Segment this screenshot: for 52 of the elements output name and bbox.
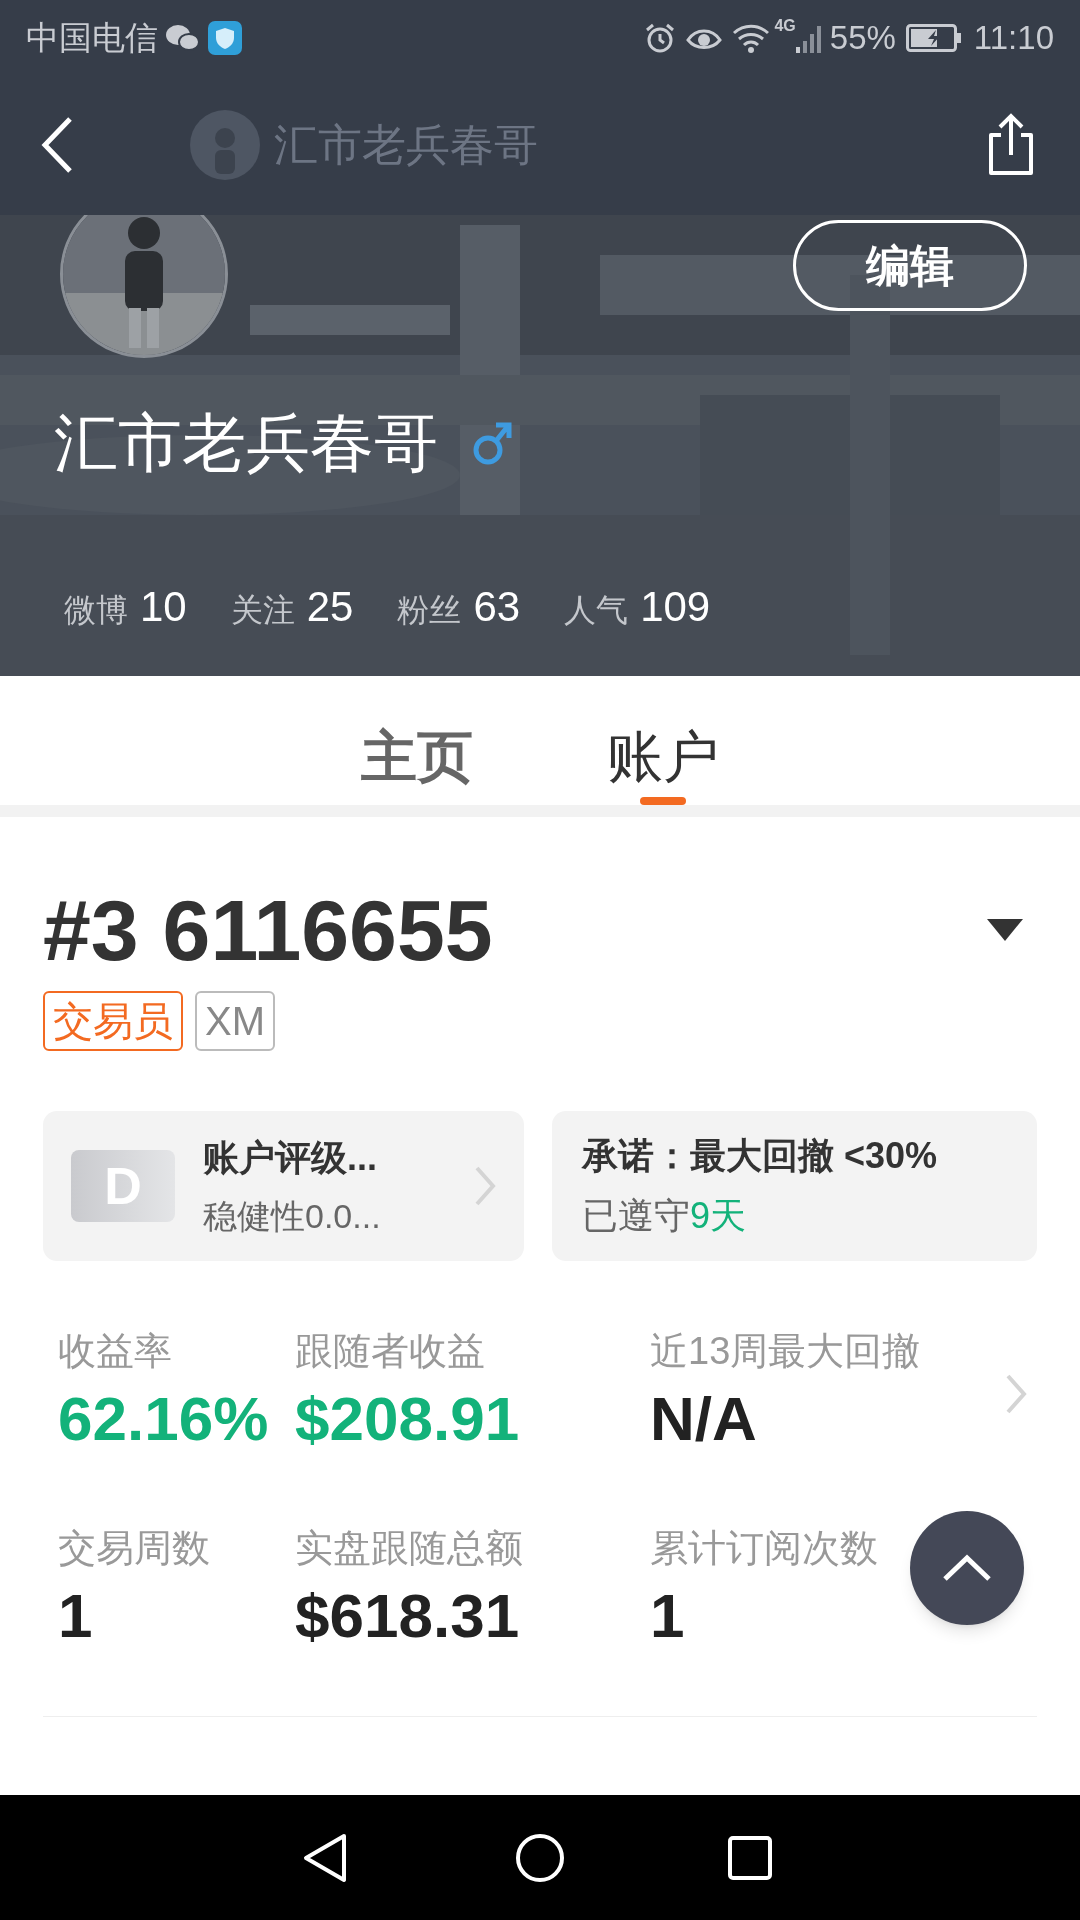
stat-label: 粉丝 — [397, 591, 462, 630]
card-title: 承诺：最大回撤 <30% — [582, 1134, 939, 1178]
chevron-icon — [1005, 1373, 1027, 1415]
chevron-up-icon — [942, 1554, 992, 1582]
metric-value: $618.31 — [295, 1579, 520, 1652]
tag: XM — [195, 991, 275, 1051]
battery-icon — [905, 23, 962, 52]
square-icon — [728, 1835, 773, 1880]
edit-button[interactable]: 编辑 — [793, 220, 1027, 311]
tab[interactable]: 主页 — [361, 708, 473, 805]
stat-value: 10 — [140, 582, 187, 632]
shield-icon — [208, 20, 242, 55]
toolbar-title: 汇市老兵春哥 — [274, 119, 538, 171]
clock-time: 11:10 — [973, 17, 1054, 58]
stat-value: 63 — [473, 582, 521, 632]
metric-label: 交易周数 — [58, 1525, 210, 1571]
circle-icon — [515, 1832, 565, 1883]
carrier-name: 中国电信 — [26, 17, 158, 58]
card-title: 账户评级... — [203, 1135, 378, 1180]
chevron-icon — [474, 1165, 496, 1207]
wifi-icon — [732, 22, 771, 53]
network-type: 4G — [774, 16, 796, 36]
back-icon — [40, 116, 74, 174]
metric-value: N/A — [650, 1383, 757, 1455]
dropdown-icon — [987, 919, 1023, 941]
stat-label: 微博 — [64, 591, 128, 630]
share-icon — [986, 113, 1036, 177]
metric-label: 跟随者收益 — [295, 1329, 485, 1374]
metric-value: 62.16% — [58, 1383, 269, 1455]
battery-percent: 55% — [829, 17, 896, 58]
stat-value: 109 — [640, 582, 711, 632]
metric-label: 实盘跟随总额 — [295, 1525, 523, 1571]
triangle-icon — [301, 1832, 348, 1883]
account-number: #3 6116655 — [43, 887, 493, 973]
tab[interactable]: 账户 — [607, 708, 719, 805]
metric-label: 累计订阅次数 — [650, 1525, 878, 1571]
alarm-icon — [644, 21, 677, 54]
promise-status: 已遵守9天 — [582, 1194, 748, 1238]
stat-value: 25 — [306, 582, 354, 632]
home-nav-button[interactable] — [515, 1832, 565, 1883]
tag: 交易员 — [43, 991, 183, 1051]
metric-label: 收益率 — [58, 1329, 172, 1374]
card-subtitle: 稳健性0.0... — [203, 1195, 382, 1237]
stat-label: 关注 — [230, 591, 295, 630]
metric-value: 1 — [650, 1579, 685, 1652]
male-icon — [472, 420, 512, 466]
stat-label: 人气 — [564, 591, 629, 630]
metric-value: $208.91 — [295, 1383, 520, 1455]
profile-name: 汇市老兵春哥 — [54, 406, 438, 481]
metric-label: 近13周最大回撤 — [650, 1329, 921, 1374]
avatar — [190, 110, 260, 180]
metric-value: 1 — [58, 1579, 93, 1652]
